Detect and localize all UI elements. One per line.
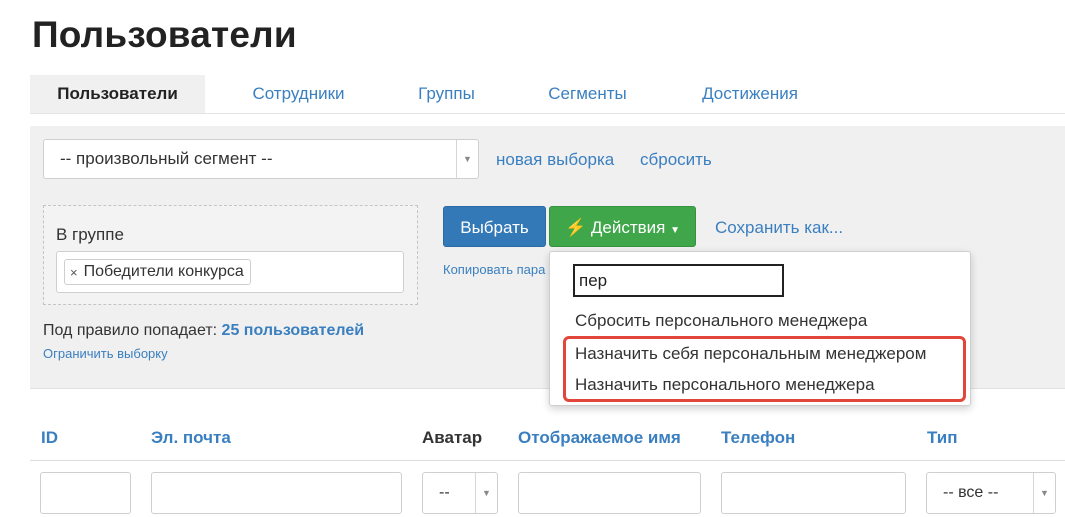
chevron-down-icon: ▼ (475, 473, 497, 513)
tab-achievements[interactable]: Достижения (685, 75, 815, 113)
tab-bar: Пользователи Сотрудники Группы Сегменты … (30, 75, 1065, 114)
menu-item-assign-self-manager[interactable]: Назначить себя персональным менеджером (575, 344, 926, 364)
avatar-filter-value: -- (439, 484, 450, 501)
limit-selection-link[interactable]: Ограничить выборку (43, 346, 168, 361)
column-header-phone[interactable]: Телефон (721, 428, 795, 448)
select-button[interactable]: Выбрать (443, 206, 546, 247)
tab-segments[interactable]: Сегменты (530, 75, 645, 113)
group-filter-box: В группе × Победители конкурса (43, 205, 418, 305)
save-as-link[interactable]: Сохранить как... (715, 218, 843, 238)
page-title: Пользователи (32, 14, 297, 55)
id-filter-input[interactable] (40, 472, 131, 514)
group-tag: × Победители конкурса (64, 259, 251, 285)
table-header-divider (30, 460, 1065, 461)
lightning-icon: ⚡ (564, 218, 587, 237)
column-header-avatar: Аватар (422, 428, 483, 447)
type-filter-select[interactable]: -- все -- ▼ (926, 472, 1056, 514)
tab-groups[interactable]: Группы (398, 75, 495, 113)
menu-item-assign-manager[interactable]: Назначить персонального менеджера (575, 375, 875, 395)
tab-users[interactable]: Пользователи (30, 75, 205, 113)
email-filter-input[interactable] (151, 472, 402, 514)
remove-tag-icon[interactable]: × (70, 265, 78, 280)
chevron-down-icon: ▼ (456, 140, 478, 178)
display-name-filter-input[interactable] (518, 472, 701, 514)
phone-filter-input[interactable] (721, 472, 906, 514)
segment-select-value: -- произвольный сегмент -- (60, 149, 273, 168)
group-tag-input[interactable]: × Победители конкурса (56, 251, 404, 293)
filter-label: В группе (56, 225, 124, 244)
actions-dropdown: Сбросить персонального менеджера Назначи… (549, 251, 971, 406)
column-header-id[interactable]: ID (41, 428, 58, 448)
avatar-filter-select[interactable]: -- ▼ (422, 472, 498, 514)
tab-employees[interactable]: Сотрудники (225, 75, 372, 113)
column-header-type[interactable]: Тип (927, 428, 957, 448)
copy-params-link[interactable]: Копировать пара (443, 262, 545, 277)
type-filter-value: -- все -- (943, 484, 999, 501)
menu-item-reset-manager[interactable]: Сбросить персонального менеджера (575, 311, 867, 331)
group-tag-label: Победители конкурса (83, 263, 244, 280)
chevron-down-icon: ▼ (1033, 473, 1055, 513)
rule-count[interactable]: 25 пользователей (222, 322, 365, 339)
rule-summary: Под правило попадает: 25 пользователей (43, 322, 364, 340)
caret-down-icon: ▼ (670, 225, 681, 236)
column-header-email[interactable]: Эл. почта (151, 428, 231, 448)
segment-select[interactable]: -- произвольный сегмент -- ▼ (43, 139, 479, 179)
column-header-display-name[interactable]: Отображаемое имя (518, 428, 681, 448)
reset-link[interactable]: сбросить (640, 150, 712, 170)
actions-button-label: Действия (590, 218, 666, 237)
new-selection-link[interactable]: новая выборка (496, 150, 614, 170)
rule-prefix: Под правило попадает: (43, 322, 218, 339)
dropdown-search-input[interactable] (573, 264, 784, 297)
actions-button[interactable]: ⚡ Действия ▼ (549, 206, 696, 247)
